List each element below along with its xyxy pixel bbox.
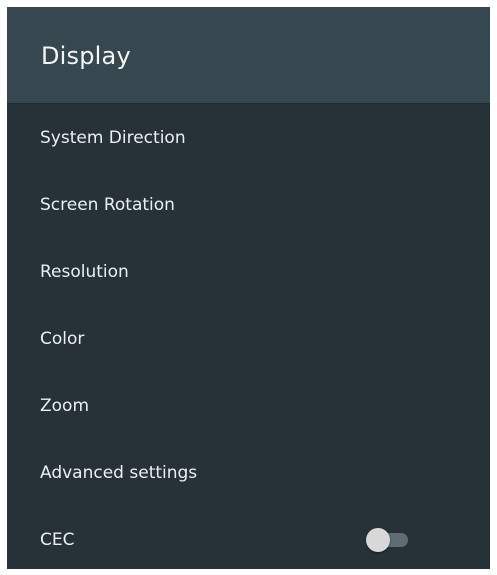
page-title: Display [41,42,131,70]
menu-item-label: Resolution [40,261,129,282]
menu-item-label: CEC [40,529,75,550]
settings-menu: System Direction Screen Rotation Resolut… [7,104,490,569]
menu-item-color[interactable]: Color [7,305,490,372]
menu-item-label: Advanced settings [40,462,198,483]
menu-item-label: System Direction [40,127,186,148]
panel-header: Display [7,7,490,104]
menu-item-label: Screen Rotation [40,194,175,215]
display-settings-panel: Display System Direction Screen Rotation… [7,7,490,569]
toggle-thumb [366,527,390,552]
menu-item-cec[interactable]: CEC [7,506,490,569]
menu-item-system-direction[interactable]: System Direction [7,104,490,171]
menu-item-label: Color [40,328,85,349]
menu-item-advanced-settings[interactable]: Advanced settings [7,439,490,506]
menu-item-screen-rotation[interactable]: Screen Rotation [7,171,490,238]
cec-toggle[interactable] [366,527,412,552]
menu-item-zoom[interactable]: Zoom [7,372,490,439]
menu-item-label: Zoom [40,395,90,416]
menu-item-resolution[interactable]: Resolution [7,238,490,305]
